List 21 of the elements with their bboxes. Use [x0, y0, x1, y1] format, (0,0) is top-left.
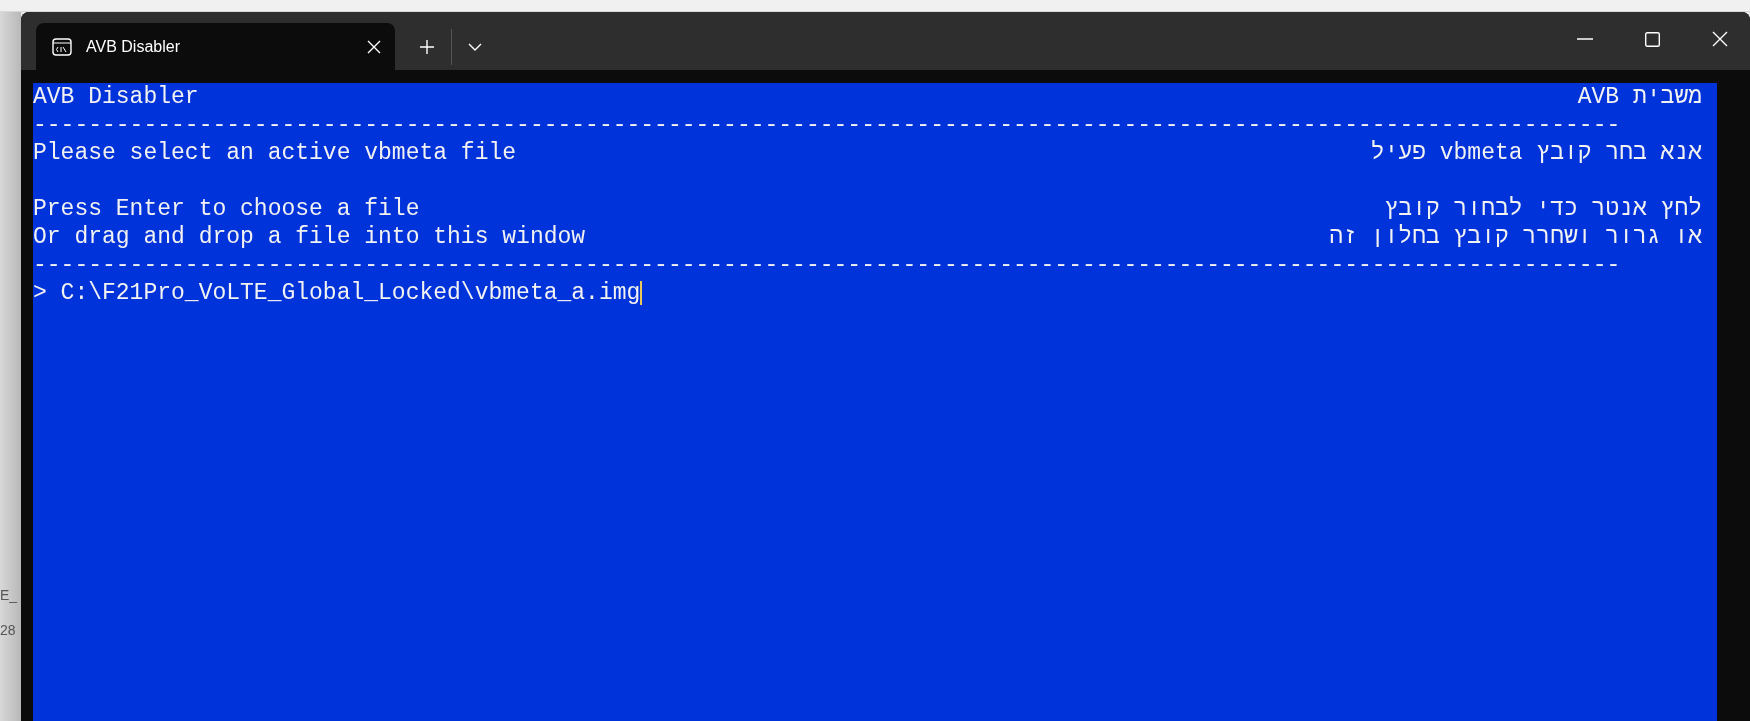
plus-icon[interactable]	[419, 38, 435, 55]
dashed-separator: -------------------------------------------------------------------------------------------------------------------	[33, 111, 1621, 139]
close-icon[interactable]	[1712, 31, 1728, 47]
background-text: 28	[0, 621, 17, 640]
tab[interactable]: AVB Disabler	[36, 23, 395, 70]
terminal-text: לחץ אנטר כדי לבחור קובץ	[1384, 195, 1702, 223]
terminal-text: אנא בחר קובץ vbmeta פעיל	[1370, 139, 1702, 167]
close-icon[interactable]	[367, 39, 381, 54]
background-text: E_	[0, 586, 19, 605]
terminal-text: Press Enter to choose a file	[33, 195, 420, 223]
terminal-icon	[52, 37, 72, 56]
chevron-down-icon[interactable]	[468, 42, 482, 51]
dashed-separator: -------------------------------------------------------------------------------------------------------------------	[33, 251, 1621, 279]
terminal-text: משבית AVB	[1577, 83, 1702, 111]
tab-title: AVB Disabler	[86, 36, 181, 57]
terminal-text: Please select an active vbmeta file	[33, 139, 517, 167]
command-prompt-input[interactable]: > C:\F21Pro_VoLTE_Global_Locked\vbmeta_a.img	[33, 279, 641, 307]
terminal-text: Or drag and drop a file into this window	[33, 223, 586, 251]
terminal-text: AVB Disabler	[33, 83, 199, 111]
terminal-text: או גרור ושחרר קובץ בחלון זה	[1329, 223, 1702, 251]
maximize-icon[interactable]	[1645, 31, 1660, 47]
